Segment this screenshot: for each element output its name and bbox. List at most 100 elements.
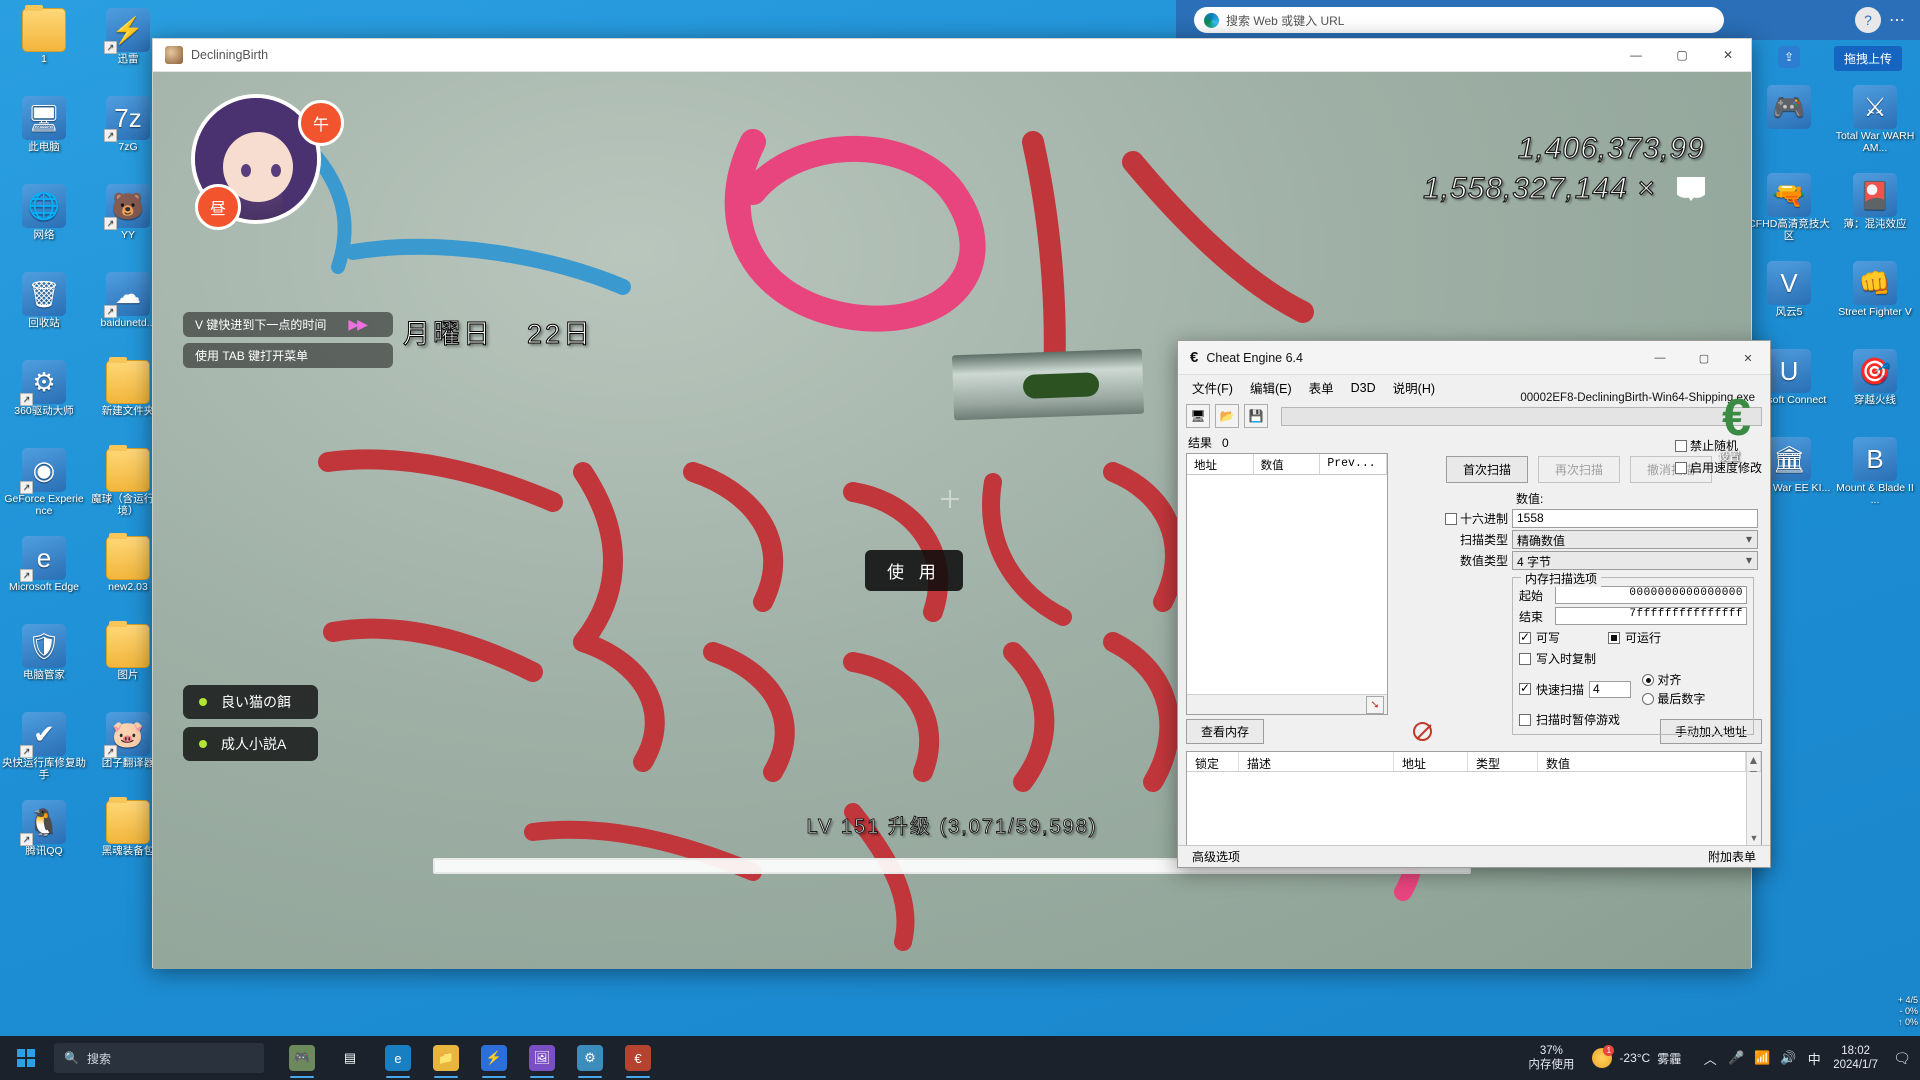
view-memory-button[interactable]: 查看内存 xyxy=(1186,719,1265,744)
fast-scan-checkbox[interactable] xyxy=(1519,681,1531,695)
address-list-rows[interactable] xyxy=(1187,772,1746,845)
wifi-icon[interactable]: 📶 xyxy=(1749,1050,1775,1066)
quest-item[interactable]: 良い猫の餌 xyxy=(183,685,318,719)
desktop-icon[interactable]: ⚔ Total War WARHAM... xyxy=(1832,85,1918,171)
taskbar-item-task-view[interactable]: ▤ xyxy=(326,1036,374,1080)
pause-game-checkbox[interactable] xyxy=(1519,713,1531,726)
volume-icon[interactable]: 🔊 xyxy=(1775,1050,1801,1066)
address-list[interactable]: 锁定 描述 地址 类型 数值 ▲▼ ▼ xyxy=(1186,751,1762,846)
next-scan-button[interactable]: 再次扫描 xyxy=(1537,456,1620,483)
process-select-icon[interactable]: 🖥 xyxy=(1186,404,1210,428)
speedhack-checkbox[interactable] xyxy=(1674,462,1687,474)
desktop-icon[interactable]: 🛡 电脑管家 xyxy=(2,624,86,710)
desktop-icon[interactable]: 🎯 穿越火线 xyxy=(1832,349,1918,435)
col-description[interactable]: 描述 xyxy=(1239,752,1394,771)
ce-minimize-button[interactable]: — xyxy=(1638,341,1682,375)
desktop-icon[interactable]: 🐧 ↗ 腾讯QQ xyxy=(2,800,86,886)
process-bar[interactable]: 00002EF8-DecliningBirth-Win64-Shipping.e… xyxy=(1281,392,1762,426)
address-bar[interactable]: 搜索 Web 或键入 URL xyxy=(1194,7,1724,33)
menu-help[interactable]: 说明(H) xyxy=(1393,378,1435,397)
taskbar-item-file-explorer[interactable]: 📁 xyxy=(422,1036,470,1080)
notification-icon[interactable]: 🗨 xyxy=(1888,1050,1916,1067)
menu-file[interactable]: 文件(F) xyxy=(1192,378,1233,397)
scan-type-select[interactable]: 精确数值 xyxy=(1512,530,1758,549)
last-digits-radio[interactable] xyxy=(1642,693,1655,705)
desktop-icon[interactable]: 🔫 CFHD高清竞技大区 xyxy=(1746,173,1832,259)
upload-icon[interactable]: ⇪ xyxy=(1778,46,1800,68)
upload-button[interactable]: 拖拽上传 xyxy=(1833,46,1902,71)
scan-results-rows[interactable] xyxy=(1187,475,1387,694)
taskbar-search[interactable]: 🔍 搜索 xyxy=(54,1043,264,1073)
taskbar-item-xunlei[interactable]: ⚡ xyxy=(470,1036,518,1080)
desktop-icon[interactable]: ✔ ↗ 央快运行库修复助手 xyxy=(2,712,86,798)
taskbar-item-edge[interactable]: e xyxy=(374,1036,422,1080)
address-list-scrollbar[interactable]: ▲▼ xyxy=(1746,752,1761,781)
copy-on-write-checkbox[interactable] xyxy=(1519,652,1531,665)
game-minimize-button[interactable]: — xyxy=(1613,39,1659,72)
clock[interactable]: 18:02 2024/1/7 xyxy=(1833,1044,1878,1072)
col-addr[interactable]: 地址 xyxy=(1394,752,1468,771)
desktop-icon[interactable]: 🎮 xyxy=(1746,85,1832,171)
menu-d3d[interactable]: D3D xyxy=(1351,381,1376,395)
chevron-up-icon[interactable]: ︿ xyxy=(1697,1049,1723,1068)
value-type-select[interactable]: 4 字节 xyxy=(1512,551,1758,570)
menu-edit[interactable]: 编辑(E) xyxy=(1250,378,1292,397)
weather-widget[interactable]: 1 -23°C 雾霾 xyxy=(1592,1045,1681,1068)
taskbar-item-cheat-engine[interactable]: € xyxy=(614,1036,662,1080)
col-val[interactable]: 数值 xyxy=(1538,752,1746,771)
no-random-checkbox[interactable] xyxy=(1674,440,1687,452)
desktop-icon[interactable]: 🗑 回收站 xyxy=(2,272,86,358)
taskbar-item-game-thumbnail[interactable]: 🎮 xyxy=(278,1036,326,1080)
align-radio[interactable] xyxy=(1642,674,1655,686)
save-icon[interactable]: 💾 xyxy=(1244,404,1268,428)
first-scan-button[interactable]: 首次扫描 xyxy=(1445,456,1528,483)
advanced-options-link[interactable]: 高级选项 xyxy=(1192,848,1240,865)
desktop-icon[interactable]: 🌐 网络 xyxy=(2,184,86,270)
col-lock[interactable]: 锁定 xyxy=(1187,752,1239,771)
col-address[interactable]: 地址 xyxy=(1187,454,1254,474)
pointer-arrow-icon[interactable]: ➘ xyxy=(1366,695,1384,714)
game-maximize-button[interactable]: ▢ xyxy=(1659,39,1705,72)
desktop-icon[interactable]: B Mount & Blade II ... xyxy=(1832,437,1918,523)
start-address-input[interactable]: 0000000000000000 xyxy=(1555,586,1747,604)
hex-checkbox[interactable] xyxy=(1444,513,1457,525)
browser-menu-icon[interactable]: ⋯ xyxy=(1889,10,1906,30)
help-icon[interactable]: ? xyxy=(1855,7,1881,33)
col-previous[interactable]: Prev... xyxy=(1320,454,1388,474)
start-button[interactable] xyxy=(0,1036,52,1080)
col-type[interactable]: 类型 xyxy=(1468,752,1538,771)
quest-item[interactable]: 成人小説A xyxy=(183,727,318,761)
taskbar-item-photo-viewer[interactable]: 🖼 xyxy=(518,1036,566,1080)
col-value[interactable]: 数值 xyxy=(1254,454,1321,474)
desktop-icon[interactable]: 👊 Street Fighter V xyxy=(1832,261,1918,347)
microphone-icon[interactable]: 🎤 xyxy=(1723,1050,1749,1066)
cheat-engine-titlebar[interactable]: € Cheat Engine 6.4 — ▢ ✕ xyxy=(1178,341,1770,375)
desktop-icon[interactable]: 1 xyxy=(2,5,86,94)
desktop-icon[interactable]: 🎴 薄：混沌效应 xyxy=(1832,173,1918,259)
use-prompt[interactable]: 使 用 xyxy=(865,550,963,591)
desktop-icon[interactable]: ◉ ↗ GeForce Experience xyxy=(2,448,86,534)
ime-icon[interactable]: 中 xyxy=(1801,1049,1827,1068)
executable-checkbox[interactable] xyxy=(1608,631,1621,644)
desktop-icon[interactable]: ⚙ ↗ 360驱动大师 xyxy=(2,360,86,446)
cheat-engine-desktop-logo-icon[interactable]: € xyxy=(1722,388,1751,448)
taskbar-item-settings-app[interactable]: ⚙ xyxy=(566,1036,614,1080)
ce-maximize-button[interactable]: ▢ xyxy=(1682,341,1726,375)
stop-icon[interactable] xyxy=(1412,722,1432,741)
writable-checkbox[interactable] xyxy=(1519,630,1531,644)
menu-table[interactable]: 表单 xyxy=(1309,378,1334,397)
scan-results-table[interactable]: 地址 数值 Prev... ➘ xyxy=(1186,453,1388,715)
game-close-button[interactable]: ✕ xyxy=(1705,39,1751,72)
memory-usage-indicator[interactable]: 37% 内存使用 xyxy=(1528,1044,1574,1072)
end-address-input[interactable]: 7fffffffffffffff xyxy=(1555,607,1747,625)
ce-close-button[interactable]: ✕ xyxy=(1726,341,1770,375)
game-titlebar[interactable]: DecliningBirth — ▢ ✕ xyxy=(153,39,1751,72)
open-folder-icon[interactable]: 📂 xyxy=(1215,404,1239,428)
desktop-icon[interactable]: V 风云5 xyxy=(1746,261,1832,347)
attach-form-link[interactable]: 附加表单 xyxy=(1708,848,1756,865)
address-list-scroll-track[interactable]: ▼ xyxy=(1746,772,1761,845)
desktop-icon[interactable]: 🖥 此电脑 xyxy=(2,96,86,182)
value-input[interactable]: 1558 xyxy=(1512,509,1758,528)
fast-scan-value-input[interactable]: 4 xyxy=(1589,680,1632,698)
desktop-icon[interactable]: e ↗ Microsoft Edge xyxy=(2,536,86,622)
